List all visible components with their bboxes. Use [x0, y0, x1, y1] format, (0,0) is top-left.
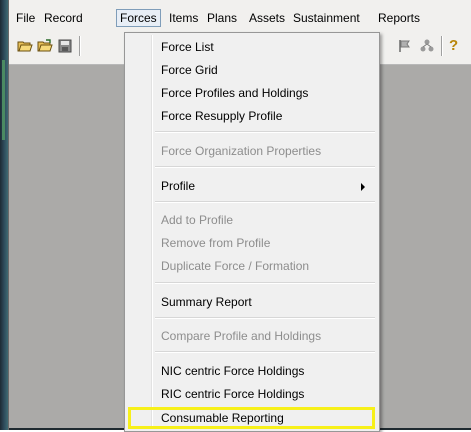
- menu-item-add-to-profile: Add to Profile: [161, 213, 234, 227]
- menu-separator: [155, 351, 375, 353]
- menu-item-ric-centric-force-holdings[interactable]: RIC centric Force Holdings: [127, 383, 377, 405]
- tree-icon[interactable]: [419, 38, 435, 54]
- menu-item-force-grid[interactable]: Force Grid: [127, 59, 377, 81]
- menu-separator: [155, 201, 375, 203]
- menu-bar: File Record Forces Items Plans Assets Su…: [9, 8, 471, 28]
- toolbar-separator: [79, 36, 81, 56]
- menu-item-profile[interactable]: Profile: [127, 175, 377, 197]
- menu-item-compare-profile-holdings: Compare Profile and Holdings: [161, 329, 322, 343]
- menu-sustainment[interactable]: Sustainment: [290, 10, 363, 26]
- menu-item-duplicate-force-formation: Duplicate Force / Formation: [161, 259, 310, 273]
- desktop-accent: [2, 60, 5, 140]
- forces-dropdown-menu: Force List Force Grid Force Profiles and…: [124, 32, 380, 432]
- menu-items[interactable]: Items: [166, 10, 201, 26]
- menu-reports[interactable]: Reports: [375, 10, 423, 26]
- menu-record[interactable]: Record: [41, 10, 86, 26]
- menu-item-nic-centric-force-holdings[interactable]: NIC centric Force Holdings: [127, 360, 377, 382]
- menu-separator: [155, 131, 375, 133]
- highlight-box: [128, 407, 375, 429]
- help-icon[interactable]: ?: [449, 38, 465, 54]
- menu-plans[interactable]: Plans: [204, 10, 240, 26]
- menu-item-force-resupply-profile[interactable]: Force Resupply Profile: [127, 105, 377, 127]
- menu-item-force-list[interactable]: Force List: [127, 36, 377, 58]
- menu-item-summary-report[interactable]: Summary Report: [127, 291, 377, 313]
- submenu-arrow-icon: [361, 183, 365, 191]
- menu-separator: [155, 166, 375, 168]
- menu-item-force-profiles-holdings[interactable]: Force Profiles and Holdings: [127, 82, 377, 104]
- flag-icon[interactable]: [397, 38, 413, 54]
- menu-item-force-organization-properties: Force Organization Properties: [161, 144, 322, 158]
- app-window: File Record Forces Items Plans Assets Su…: [8, 0, 471, 432]
- window-top-edge: [9, 0, 471, 8]
- open-folder-alt-icon[interactable]: [37, 38, 53, 54]
- menu-file[interactable]: File: [13, 10, 38, 26]
- menu-item-remove-from-profile: Remove from Profile: [161, 236, 271, 250]
- menu-item-profile-label: Profile: [161, 179, 196, 193]
- menu-assets[interactable]: Assets: [246, 10, 288, 26]
- menu-separator: [155, 282, 375, 284]
- menu-separator: [155, 317, 375, 319]
- open-folder-icon[interactable]: [17, 38, 33, 54]
- menu-forces[interactable]: Forces: [116, 9, 161, 27]
- toolbar-separator: [441, 36, 443, 56]
- desktop-edge: [0, 0, 8, 430]
- save-icon[interactable]: [57, 38, 73, 54]
